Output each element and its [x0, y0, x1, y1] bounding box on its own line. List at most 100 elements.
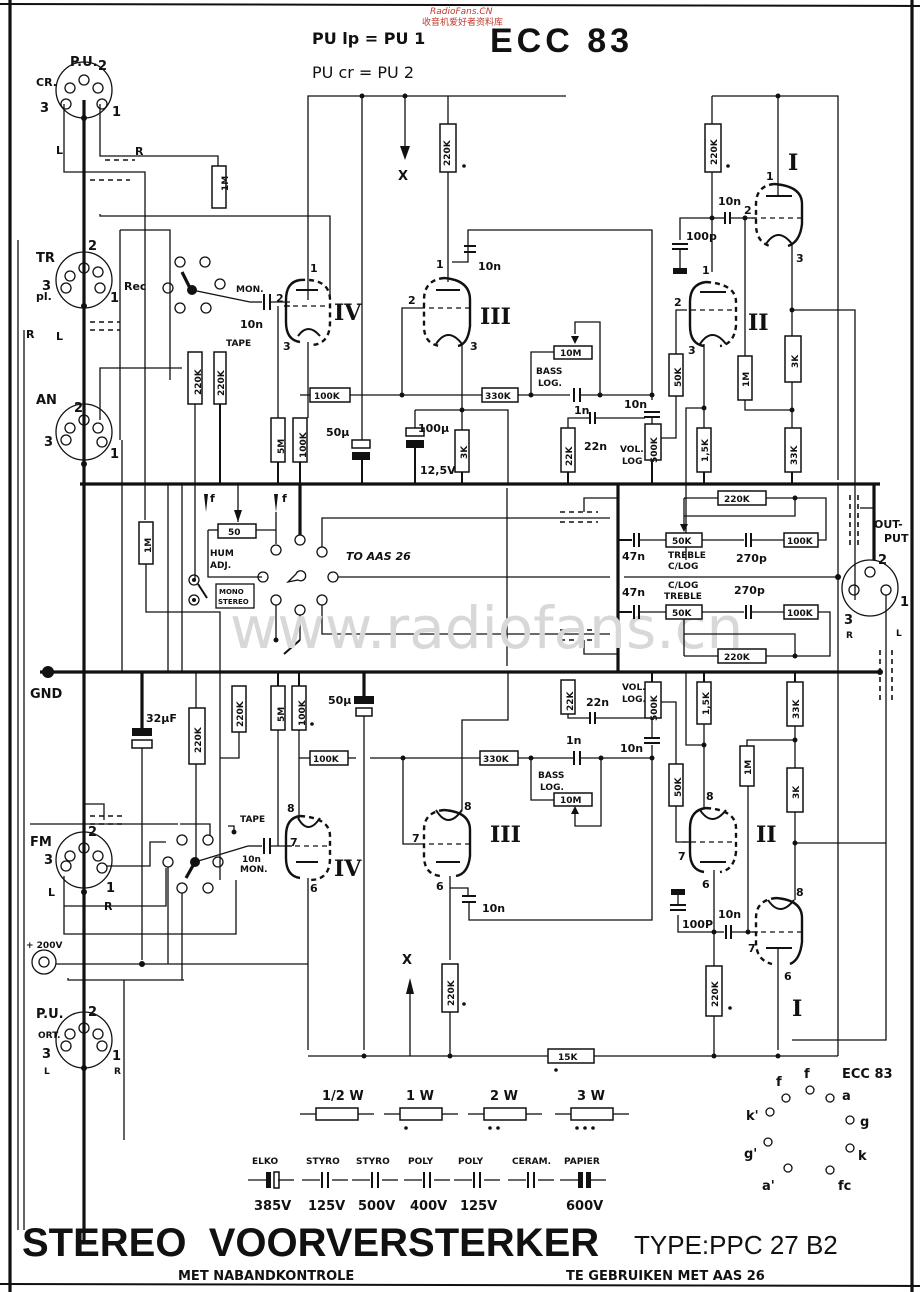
resistor-value: 220K	[724, 653, 751, 663]
tape-label-top: TAPE	[226, 339, 251, 349]
pin-label: 7	[678, 850, 686, 863]
pin-l-label: L	[56, 330, 63, 343]
watt-dot	[575, 1126, 579, 1130]
resistor-value: 100K	[787, 609, 814, 619]
tube-id: IV	[334, 300, 362, 326]
pin-label: 1	[310, 262, 318, 275]
legend-cap-type: POLY	[408, 1157, 434, 1167]
legend-resistor: 1 W	[384, 1089, 458, 1130]
junction	[597, 392, 603, 398]
supply-terminal[interactable]	[31, 949, 57, 975]
legend-cap-type: STYRO	[306, 1157, 340, 1167]
pin-label: 2	[674, 296, 682, 309]
tube-id: III	[490, 822, 521, 848]
connector-pu-ort[interactable]: P.U. ORT. 2 3 1 L R	[36, 1005, 121, 1077]
resistor-value: 220K	[194, 368, 204, 395]
gnd-terminal	[42, 666, 54, 678]
pin-label: 1	[110, 291, 119, 306]
cap-value: 100p	[686, 230, 717, 243]
watt-dot	[583, 1126, 587, 1130]
legend-capacitor: POLY 125V	[454, 1157, 500, 1214]
pu-note-1: PU lp = PU 1	[312, 29, 425, 48]
connector-an[interactable]: AN 2 3 1	[36, 393, 119, 467]
cap-value: 1n	[574, 404, 590, 417]
resistor-value: 220K	[443, 139, 453, 166]
pin-label: 3	[470, 340, 478, 353]
legend-capacitor: ELKO 385V	[248, 1157, 294, 1214]
connector-tr[interactable]: TR pl. 2 3 1 L R	[26, 239, 119, 343]
legend-cap-voltage: 125V	[460, 1199, 497, 1214]
cap-value: 270p	[736, 552, 767, 565]
pot-value: 50K	[672, 537, 693, 547]
pin-label: a'	[762, 1179, 775, 1194]
power-dot	[310, 722, 314, 726]
tube-iv-bottom: 8 7 6 IV	[284, 802, 362, 895]
junction	[447, 1053, 453, 1059]
cap-50u-bottom	[354, 696, 374, 704]
wire	[180, 823, 211, 835]
pu-cr-sub: CR.	[36, 76, 57, 89]
pin-label: g'	[744, 1147, 757, 1162]
legend-cap-voltage: 400V	[410, 1199, 447, 1214]
ecc83-pinout: ECC 83 f f a g k fc a' g' k'	[744, 1067, 893, 1194]
pin-label: 6	[702, 878, 710, 891]
f-label: f	[282, 492, 287, 505]
resistor-value: 220K	[236, 700, 246, 727]
wire	[145, 564, 221, 672]
pin-label: 1	[436, 258, 444, 271]
pin-label: 7	[412, 832, 420, 845]
pot-value: 10M	[560, 349, 582, 359]
pin-label: f	[776, 1075, 782, 1090]
pin-label: 1	[110, 447, 119, 462]
arrow-x-top	[400, 146, 410, 160]
cap-value: 270p	[734, 584, 765, 597]
hum-pot-value: 50	[228, 528, 241, 538]
input-selector-bottom[interactable]	[162, 834, 249, 894]
tube-id: II	[756, 822, 777, 848]
connector-pu-cr[interactable]: P.U. CR. 2 3 1 L R	[36, 55, 144, 158]
resistor-value: 33K	[790, 444, 800, 465]
resistor-value: 22K	[566, 690, 576, 711]
wire	[675, 309, 682, 354]
wire	[744, 400, 792, 411]
resistor-value: 1M	[742, 372, 752, 387]
wire	[106, 841, 166, 867]
cap-plate	[406, 440, 424, 448]
watermark-url: www.radiofans.cn	[230, 594, 743, 662]
pin-label: 3	[40, 101, 49, 116]
tube-id: I	[792, 996, 802, 1022]
pin-label: 3	[44, 853, 53, 868]
pin-label: 7	[290, 836, 298, 849]
pin-label: 3	[796, 252, 804, 265]
connector-fm[interactable]: FM 2 3 1 L R	[30, 825, 115, 913]
wire	[712, 95, 839, 480]
wire	[63, 104, 146, 440]
resistor-value: 1,5K	[702, 691, 712, 715]
legend-watt: 1 W	[406, 1089, 434, 1104]
pin-r-label: R	[26, 328, 35, 341]
pin-r-label: R	[846, 631, 853, 641]
pin-label: 1	[900, 595, 909, 610]
pin-label: 3	[44, 435, 53, 450]
pu-ort-label: P.U.	[36, 1007, 64, 1022]
cap-value: 10n	[624, 398, 647, 411]
legend-capacitor: STYRO 500V	[352, 1157, 398, 1214]
pin-label: k'	[746, 1109, 759, 1124]
pin-label: 2	[276, 292, 284, 305]
mon-label-top: MON.	[236, 285, 264, 295]
pin-label: 2	[88, 1005, 97, 1020]
pin-label: 3	[42, 1047, 51, 1062]
legend-resistor: 3 W	[555, 1089, 629, 1130]
resistor-value: 3K	[792, 785, 802, 799]
legend-cap-voltage: 500V	[358, 1199, 395, 1214]
wire	[583, 497, 618, 512]
footer-subtitle-right: TE GEBRUIKEN MET AAS 26	[566, 1269, 765, 1284]
resistor-value: 220K	[194, 726, 204, 753]
resistor-value: 1,5K	[701, 438, 711, 462]
pin-label: 2	[878, 553, 887, 568]
watermark-site: RadioFans.CN	[430, 7, 493, 17]
wire	[661, 701, 677, 764]
junction	[711, 1053, 717, 1059]
tube-i-top: 1 2 3 I	[744, 150, 804, 265]
pot-value: 500K	[650, 436, 660, 463]
